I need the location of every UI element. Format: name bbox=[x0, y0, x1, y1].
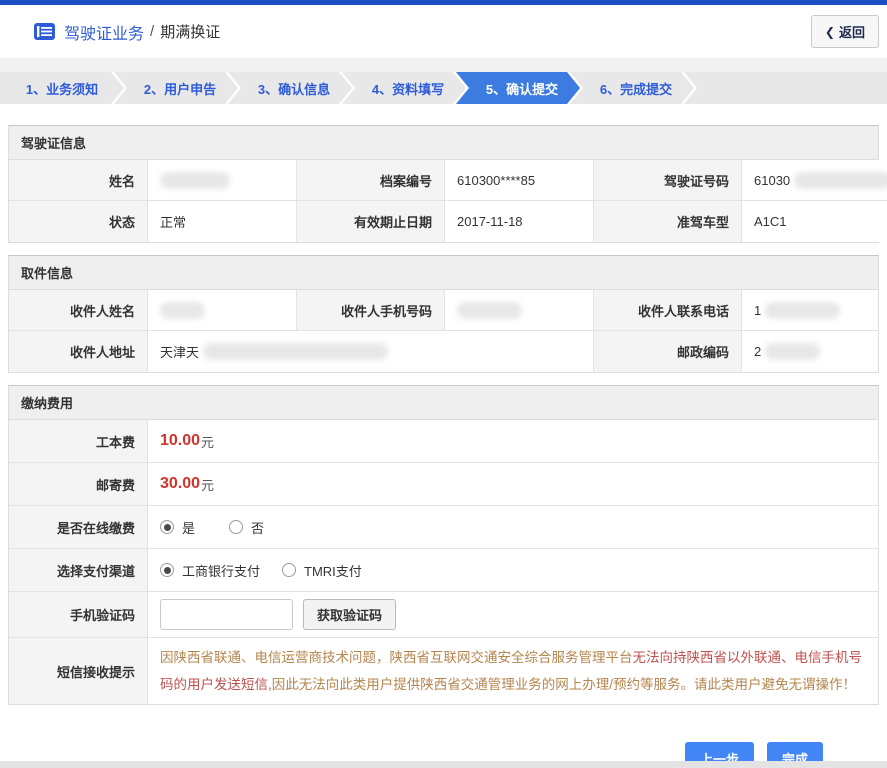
work-fee-value: 10.00 元 bbox=[148, 420, 878, 463]
fees-table: 工本费 10.00 元 邮寄费 30.00 元 是否在线缴费 是 否 选择支付渠… bbox=[9, 420, 878, 704]
back-button-label: 返回 bbox=[838, 25, 865, 40]
redacted-mobile bbox=[457, 301, 522, 319]
sms-notice-label: 短信接收提示 bbox=[9, 638, 148, 704]
bottom-strip bbox=[0, 761, 887, 768]
recipient-name-label: 收件人姓名 bbox=[9, 290, 148, 331]
license-number-value: 61030 bbox=[742, 160, 887, 201]
work-fee-unit: 元 bbox=[201, 434, 215, 450]
license-info-table: 姓名 档案编号 610300****85 驾驶证号码 61030 状态 正常 有… bbox=[9, 160, 887, 242]
expiry-date-value: 2017-11-18 bbox=[445, 201, 594, 242]
redacted-recipient-name bbox=[160, 301, 205, 319]
pickup-section-title: 取件信息 bbox=[9, 256, 878, 290]
license-number-label: 驾驶证号码 bbox=[594, 160, 742, 201]
channel-icbc-label: 工商银行支付 bbox=[182, 563, 261, 579]
license-section-title: 驾驶证信息 bbox=[9, 126, 878, 160]
postcode-label: 邮政编码 bbox=[594, 331, 742, 372]
payment-channel-label: 选择支付渠道 bbox=[9, 549, 148, 592]
license-info-section: 驾驶证信息 姓名 档案编号 610300****85 驾驶证号码 61030 状… bbox=[8, 125, 887, 243]
online-payment-label: 是否在线缴费 bbox=[9, 506, 148, 549]
payment-channel-options: 工商银行支付 TMRI支付 bbox=[148, 549, 878, 592]
redacted-postcode bbox=[765, 343, 821, 360]
online-payment-no-option[interactable]: 否 bbox=[229, 518, 264, 537]
step-4-fill-data[interactable]: 4、资料填写 bbox=[342, 72, 466, 104]
page-title: 驾驶证业务 bbox=[64, 25, 145, 43]
page: 驾驶证业务 / 期满换证 ❮ 返回 1、业务须知 2、用户申告 3、确认信息 4… bbox=[0, 0, 887, 768]
wizard-top-band bbox=[0, 58, 887, 72]
online-payment-yes-option[interactable]: 是 bbox=[160, 518, 195, 537]
recipient-address-label: 收件人地址 bbox=[9, 331, 148, 372]
license-business-icon bbox=[34, 23, 55, 40]
mail-fee-unit: 元 bbox=[201, 477, 215, 493]
online-payment-options: 是 否 bbox=[148, 506, 878, 549]
work-fee-amount: 10.00 bbox=[160, 432, 201, 449]
online-yes-label: 是 bbox=[182, 520, 196, 536]
redacted-phone bbox=[765, 301, 841, 319]
redacted-address bbox=[203, 343, 389, 360]
status-value: 正常 bbox=[148, 201, 297, 242]
step-wizard-filler bbox=[684, 72, 887, 104]
channel-icbc-option[interactable]: 工商银行支付 bbox=[160, 561, 260, 580]
page-header: 驾驶证业务 / 期满换证 ❮ 返回 bbox=[0, 5, 887, 58]
fees-section: 缴纳费用 工本费 10.00 元 邮寄费 30.00 元 是否在线缴费 是 否 … bbox=[8, 385, 879, 705]
recipient-mobile-label: 收件人手机号码 bbox=[297, 290, 445, 331]
recipient-phone-value: 1 bbox=[742, 290, 878, 331]
mail-fee-amount: 30.00 bbox=[160, 475, 201, 492]
back-button[interactable]: ❮ 返回 bbox=[810, 15, 879, 48]
step-wizard: 1、业务须知 2、用户申告 3、确认信息 4、资料填写 5、确认提交 6、完成提… bbox=[0, 72, 887, 104]
recipient-name-value bbox=[148, 290, 297, 331]
notice-text-part3: 因此无法向此类用户提供陕西省交通管理业务的网上办理/预约等服务。请此类用户避免无… bbox=[271, 677, 857, 692]
status-label: 状态 bbox=[9, 201, 148, 242]
radio-checked-icon[interactable] bbox=[160, 520, 174, 534]
step-5-confirm-submit[interactable]: 5、确认提交 bbox=[456, 72, 580, 104]
step-3-confirm-info[interactable]: 3、确认信息 bbox=[228, 72, 352, 104]
mail-fee-label: 邮寄费 bbox=[9, 463, 148, 506]
sms-code-label: 手机验证码 bbox=[9, 592, 148, 638]
channel-tmri-label: TMRI支付 bbox=[304, 563, 362, 579]
recipient-address-value: 天津天 bbox=[148, 331, 594, 372]
pickup-info-table: 收件人姓名 收件人手机号码 收件人联系电话 1 收件人地址 天津天 邮政编码 2 bbox=[9, 290, 878, 372]
channel-tmri-option[interactable]: TMRI支付 bbox=[282, 561, 362, 580]
breadcrumb-separator: / bbox=[150, 23, 155, 40]
recipient-phone-label: 收件人联系电话 bbox=[594, 290, 742, 331]
get-sms-code-button[interactable]: 获取验证码 bbox=[303, 599, 397, 630]
fees-section-title: 缴纳费用 bbox=[9, 386, 878, 420]
file-number-value: 610300****85 bbox=[445, 160, 594, 201]
pickup-info-section: 取件信息 收件人姓名 收件人手机号码 收件人联系电话 1 收件人地址 天津天 邮… bbox=[8, 255, 879, 373]
sms-notice-text: 因陕西省联通、电信运营商技术问题，陕西省互联网交通安全综合服务管理平台无法向持陕… bbox=[148, 638, 878, 704]
sms-code-row: 获取验证码 bbox=[148, 592, 878, 638]
expiry-date-label: 有效期止日期 bbox=[297, 201, 445, 242]
vehicle-class-value: A1C1 bbox=[742, 201, 887, 242]
vehicle-class-label: 准驾车型 bbox=[594, 201, 742, 242]
recipient-mobile-value bbox=[445, 290, 594, 331]
work-fee-label: 工本费 bbox=[9, 420, 148, 463]
step-6-complete-submit[interactable]: 6、完成提交 bbox=[570, 72, 694, 104]
sms-code-input[interactable] bbox=[160, 599, 293, 630]
redacted-license-number bbox=[794, 171, 887, 189]
online-no-label: 否 bbox=[251, 520, 265, 536]
name-label: 姓名 bbox=[9, 160, 148, 201]
postcode-value: 2 bbox=[742, 331, 878, 372]
mail-fee-value: 30.00 元 bbox=[148, 463, 878, 506]
step-2-user-declaration[interactable]: 2、用户申告 bbox=[114, 72, 238, 104]
radio-checked-icon[interactable] bbox=[160, 563, 174, 577]
notice-text-part1: 因陕西省联通、电信运营商技术问题，陕西省互联网交通安全综合服务管理平台 bbox=[160, 650, 633, 665]
file-number-label: 档案编号 bbox=[297, 160, 445, 201]
chevron-left-icon: ❮ bbox=[824, 24, 835, 39]
step-1-business-notes[interactable]: 1、业务须知 bbox=[0, 72, 124, 104]
name-value bbox=[148, 160, 297, 201]
breadcrumb-current: 期满换证 bbox=[160, 24, 221, 41]
radio-unchecked-icon[interactable] bbox=[282, 563, 297, 577]
radio-unchecked-icon[interactable] bbox=[229, 520, 244, 534]
redacted-name bbox=[160, 171, 230, 189]
